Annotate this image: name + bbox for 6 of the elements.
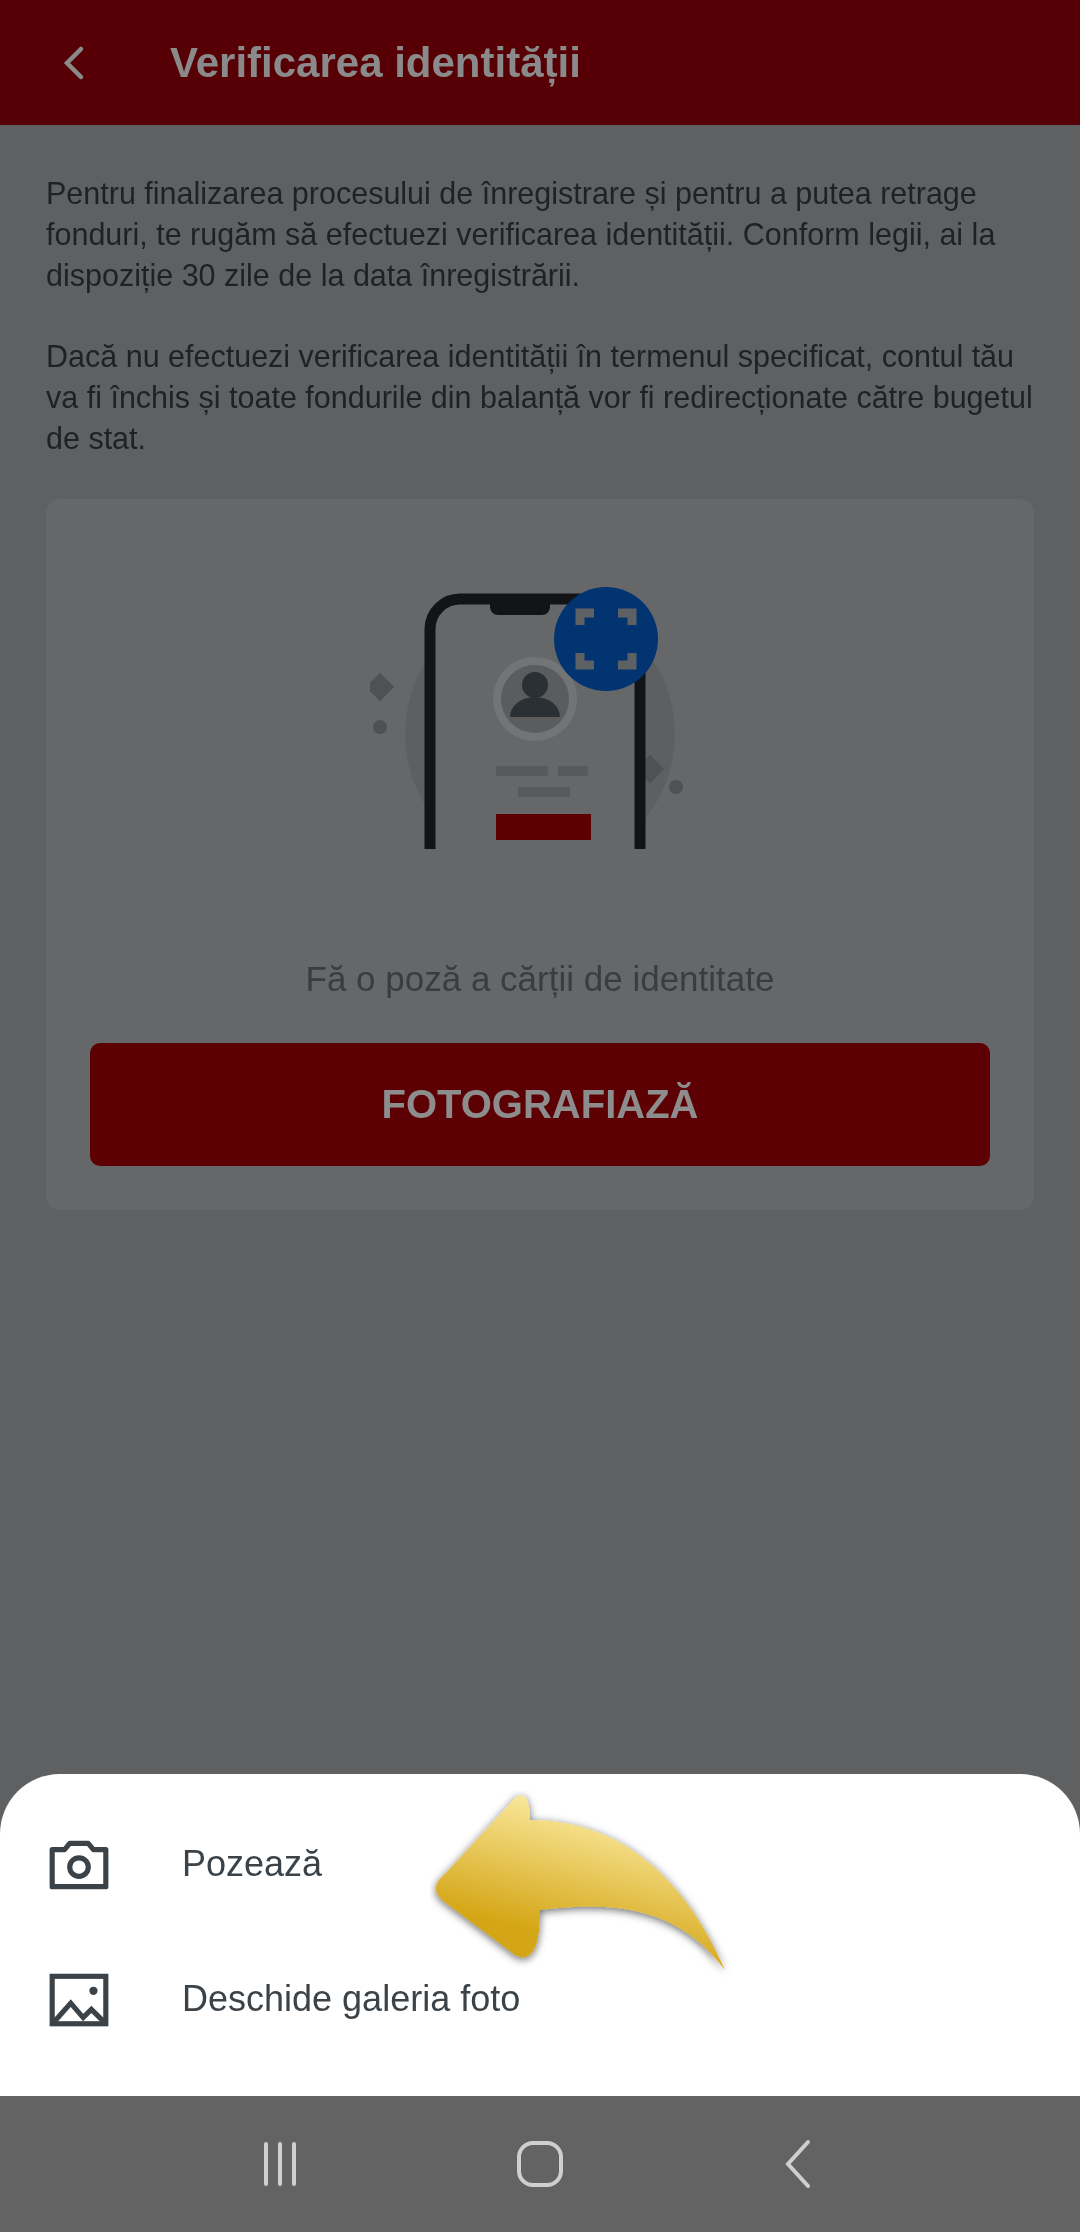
photograph-button[interactable]: FOTOGRAFIAZĂ	[90, 1043, 990, 1166]
screen-title: Verificarea identității	[170, 38, 581, 87]
info-paragraph: Pentru finalizarea procesului de înregistrare și pentru a putea retrage fonduri, te rugăm să efectuezi verificarea identității. Conform legii, ai la dispoziție 30 zile de la data înregistrării.	[46, 175, 997, 295]
sheet-option[interactable]: Pozează	[182, 1842, 323, 1885]
info-paragraph: Dacă nu efectuezi verificarea identității în termenul specificat, contul tău va fi închis și toate fondurile din balanță vor fi redirecționate către bugetul de stat.	[46, 338, 1034, 457]
sheet-option[interactable]: Deschide galeria foto	[182, 1977, 521, 2020]
